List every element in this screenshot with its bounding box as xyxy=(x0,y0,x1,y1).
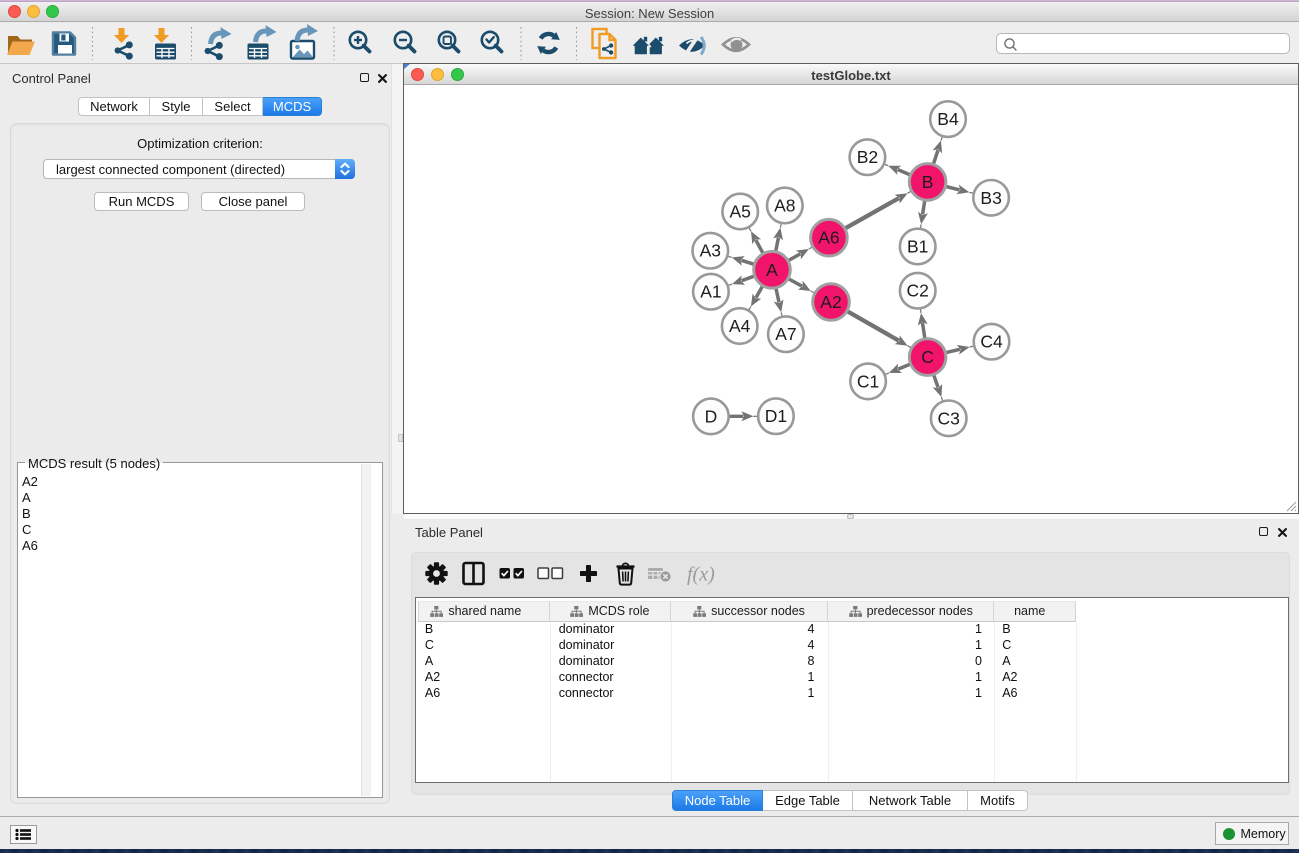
svg-text:C3: C3 xyxy=(938,408,960,428)
svg-text:A5: A5 xyxy=(729,202,750,222)
svg-text:C4: C4 xyxy=(980,332,1003,352)
svg-text:D: D xyxy=(705,406,718,426)
svg-text:B: B xyxy=(922,172,934,192)
svg-text:B4: B4 xyxy=(937,109,959,129)
svg-text:A4: A4 xyxy=(729,316,751,336)
svg-text:C: C xyxy=(921,347,934,367)
svg-text:D1: D1 xyxy=(765,406,787,426)
svg-text:B1: B1 xyxy=(907,237,928,257)
svg-text:A6: A6 xyxy=(818,228,839,248)
svg-text:f(x): f(x) xyxy=(687,564,715,586)
svg-text:A3: A3 xyxy=(700,241,721,261)
svg-text:C1: C1 xyxy=(857,371,879,391)
svg-text:A1: A1 xyxy=(700,282,721,302)
svg-text:A2: A2 xyxy=(820,292,841,312)
svg-text:C2: C2 xyxy=(907,281,929,301)
svg-text:A8: A8 xyxy=(774,196,795,216)
svg-text:B2: B2 xyxy=(857,147,878,167)
svg-text:B3: B3 xyxy=(980,188,1001,208)
svg-text:A: A xyxy=(766,260,778,280)
svg-text:A7: A7 xyxy=(775,324,796,344)
